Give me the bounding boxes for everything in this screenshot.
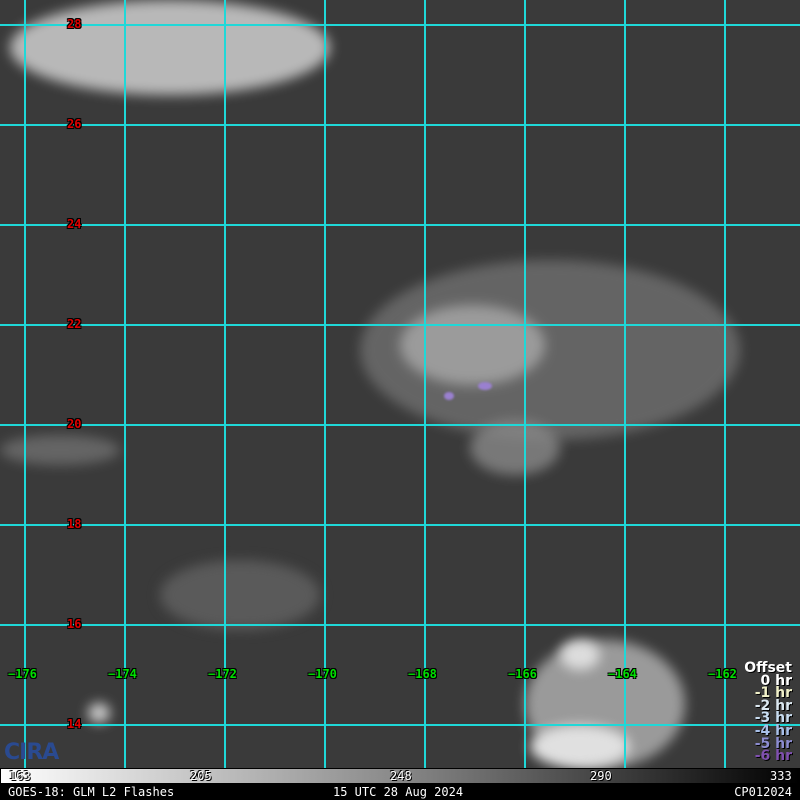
footer-bar: GOES-18: GLM L2 Flashes 15 UTC 28 Aug 20… bbox=[0, 784, 800, 800]
colorbar-tick: 205 bbox=[190, 769, 212, 783]
longitude-gridline bbox=[24, 0, 26, 768]
flash-offset-legend: Offset 0 hr -1 hr -2 hr -3 hr -4 hr -5 hr -6 h… bbox=[744, 661, 792, 765]
longitude-gridline bbox=[324, 0, 326, 768]
latitude-gridline bbox=[0, 224, 800, 226]
product-name: GOES-18: GLM L2 Flashes bbox=[8, 785, 175, 799]
legend-item: -6 hr bbox=[754, 748, 792, 765]
colorbar-tick: 290 bbox=[590, 769, 612, 783]
longitude-label: −176 bbox=[8, 667, 37, 681]
cloud bbox=[88, 703, 110, 723]
lightning-flash bbox=[444, 392, 454, 400]
latitude-gridline bbox=[0, 724, 800, 726]
cloud bbox=[360, 260, 740, 440]
colorbar-tick: 163 bbox=[9, 769, 31, 783]
longitude-label: −170 bbox=[308, 667, 337, 681]
cira-logo: CIRA bbox=[4, 740, 59, 765]
longitude-label: −168 bbox=[408, 667, 437, 681]
latitude-gridline bbox=[0, 324, 800, 326]
latitude-gridline bbox=[0, 524, 800, 526]
latitude-label: 24 bbox=[67, 217, 82, 231]
longitude-label: −164 bbox=[608, 667, 637, 681]
latitude-label: 16 bbox=[67, 617, 82, 631]
cloud bbox=[10, 0, 330, 95]
longitude-label: −172 bbox=[208, 667, 237, 681]
cloud bbox=[560, 640, 600, 670]
colorbar-tick: 248 bbox=[390, 769, 412, 783]
cloud bbox=[470, 420, 560, 475]
longitude-gridline bbox=[224, 0, 226, 768]
storm-id: CP012024 bbox=[734, 785, 792, 799]
latitude-label: 28 bbox=[67, 17, 82, 31]
latitude-gridline bbox=[0, 424, 800, 426]
latitude-label: 14 bbox=[67, 717, 82, 731]
latitude-gridline bbox=[0, 124, 800, 126]
colorbar-tick: 333 bbox=[770, 769, 792, 783]
latitude-label: 18 bbox=[67, 517, 82, 531]
cloud bbox=[160, 560, 320, 630]
cloud bbox=[530, 725, 630, 768]
latitude-label: 26 bbox=[67, 117, 82, 131]
longitude-gridline bbox=[524, 0, 526, 768]
timestamp: 15 UTC 28 Aug 2024 bbox=[333, 785, 464, 799]
longitude-label: −166 bbox=[508, 667, 537, 681]
longitude-gridline bbox=[424, 0, 426, 768]
longitude-gridline bbox=[124, 0, 126, 768]
longitude-gridline bbox=[624, 0, 626, 768]
satellite-image: 28 26 24 22 20 18 16 14 −176 −174 −172 −… bbox=[0, 0, 800, 768]
longitude-gridline bbox=[724, 0, 726, 768]
longitude-label: −162 bbox=[708, 667, 737, 681]
latitude-label: 22 bbox=[67, 317, 82, 331]
longitude-label: −174 bbox=[108, 667, 137, 681]
latitude-gridline bbox=[0, 624, 800, 626]
lightning-flash bbox=[478, 382, 492, 390]
temperature-colorbar: 163 205 248 290 333 bbox=[0, 768, 800, 784]
latitude-gridline bbox=[0, 24, 800, 26]
cloud bbox=[0, 435, 120, 465]
latitude-label: 20 bbox=[67, 417, 82, 431]
